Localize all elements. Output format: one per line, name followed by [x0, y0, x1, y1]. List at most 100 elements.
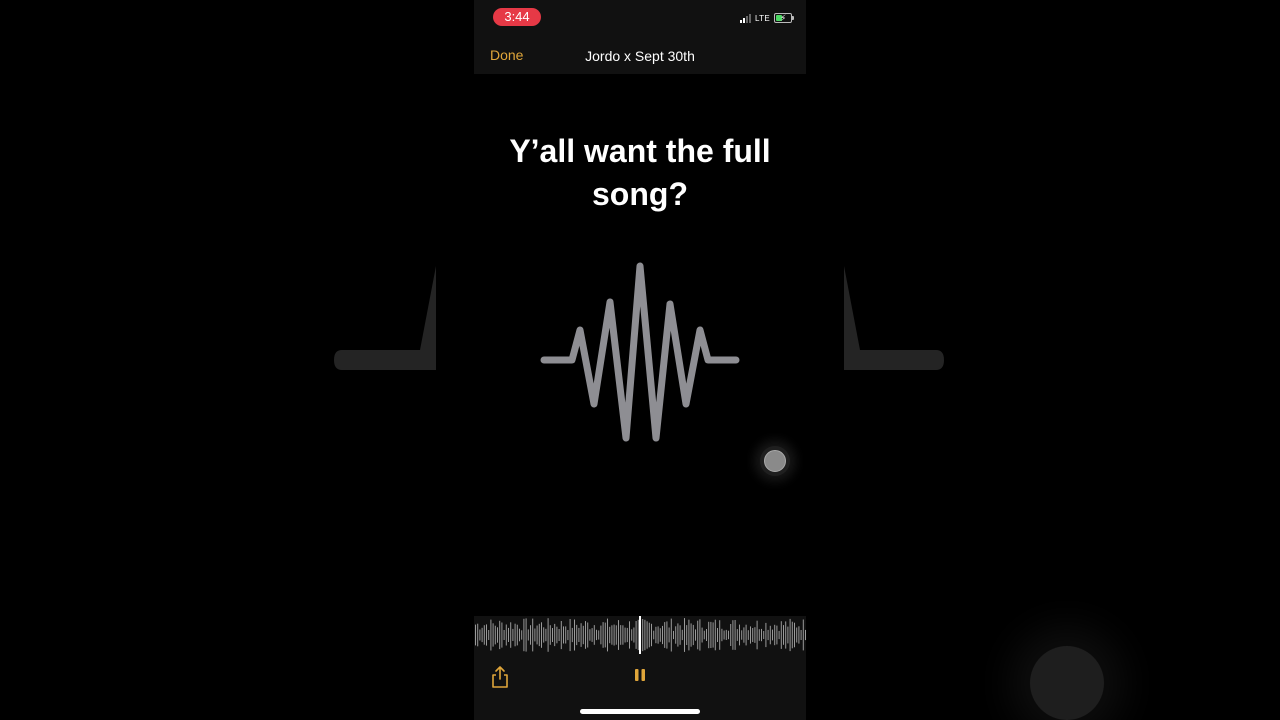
- waveform-bar: [490, 619, 492, 651]
- share-icon: [492, 666, 508, 688]
- waveform-bar: [516, 624, 518, 646]
- waveform-bar: [481, 627, 483, 643]
- waveform-bar: [574, 619, 575, 651]
- waveform-bar: [723, 630, 725, 640]
- waveform-bar: [739, 624, 740, 646]
- waveform-bar: [646, 621, 648, 649]
- waveform-bar: [668, 627, 670, 643]
- waveform-bar: [798, 626, 800, 644]
- waveform-bar: [644, 619, 646, 651]
- share-button[interactable]: [490, 665, 510, 689]
- waveform-bar: [525, 618, 527, 652]
- waveform-bar: [778, 630, 780, 640]
- waveform-bar: [642, 619, 644, 652]
- waveform-bar: [796, 627, 798, 643]
- waveform-bar: [558, 629, 560, 641]
- waveform-bar: [690, 623, 692, 647]
- pause-button[interactable]: [631, 665, 649, 685]
- waveform-bar: [695, 629, 696, 641]
- waveform-bar: [708, 621, 710, 649]
- blurred-background-button: [1030, 646, 1104, 720]
- waveform-bar: [486, 624, 487, 646]
- waveform-bar: [747, 630, 749, 640]
- waveform-bar: [675, 626, 677, 644]
- playback-waveform-scrubber[interactable]: [474, 616, 806, 654]
- waveform-bar: [611, 625, 613, 645]
- waveform-bar: [532, 618, 534, 652]
- waveform-bar: [488, 630, 490, 640]
- home-indicator[interactable]: [580, 709, 700, 714]
- waveform-bar: [791, 621, 793, 649]
- waveform-bar: [714, 619, 716, 651]
- waveform-bar: [609, 626, 611, 644]
- waveform-bar: [578, 627, 580, 642]
- waveform-bar: [596, 629, 597, 641]
- waveform-bar: [789, 618, 791, 652]
- waveform-bar: [576, 624, 578, 646]
- waveform-bar: [523, 618, 525, 652]
- waveform-bar: [679, 625, 681, 645]
- battery-charging-icon: ⚡: [774, 13, 794, 23]
- waveform-bar: [734, 620, 736, 650]
- waveform-bar: [505, 624, 507, 646]
- waveform-bar: [745, 624, 747, 646]
- waveform-bar: [569, 619, 571, 652]
- waveform-bar: [508, 627, 509, 642]
- waveform-bar: [800, 630, 802, 640]
- network-type: LTE: [755, 13, 770, 23]
- waveform-bar: [772, 629, 773, 641]
- waveform-bar: [475, 624, 476, 646]
- waveform-bar: [752, 628, 754, 642]
- waveform-bar: [565, 626, 567, 644]
- waveform-bar: [591, 628, 593, 642]
- waveform-bar: [697, 620, 699, 650]
- waveform-bar: [483, 625, 485, 645]
- waveform-bar: [600, 625, 602, 645]
- waveform-bar: [541, 622, 542, 648]
- waveform-bar: [580, 623, 582, 647]
- waveform-bar: [534, 628, 536, 642]
- waveform-bar: [653, 630, 655, 640]
- waveform-bar: [615, 625, 617, 645]
- waveform-bar: [756, 620, 758, 650]
- waveform-bar: [618, 620, 619, 650]
- waveform-bar: [648, 622, 650, 648]
- waveform-bar: [710, 621, 712, 648]
- waveform-bar: [582, 625, 584, 645]
- waveform-bar: [497, 627, 498, 643]
- waveform-bar: [765, 622, 767, 648]
- waveform-bar: [703, 630, 705, 640]
- waveform-bar: [501, 622, 503, 648]
- waveform-bar: [514, 623, 516, 647]
- waveform-bar: [655, 626, 657, 644]
- waveform-bar: [686, 625, 688, 645]
- waveform-bar: [794, 622, 795, 648]
- navigation-bar: Done Jordo x Sept 30th: [474, 36, 806, 74]
- playhead[interactable]: [639, 616, 641, 654]
- phone-screen: 3:44 LTE ⚡ Done Jordo x Sept 30th Y’all …: [474, 0, 806, 720]
- waveform-bar: [624, 627, 626, 643]
- waveform-bar: [626, 627, 628, 643]
- waveform-bar: [767, 629, 769, 641]
- waveform-bar: [805, 629, 806, 641]
- waveform-bar: [719, 620, 721, 650]
- audio-waveform-icon: [540, 262, 740, 442]
- video-caption: Y’all want the full song?: [509, 133, 771, 212]
- waveform-bar: [725, 629, 727, 640]
- waveform-bar: [602, 622, 604, 648]
- waveform-bar: [543, 627, 545, 643]
- waveform-bar: [761, 628, 762, 642]
- waveform-bar: [664, 622, 666, 648]
- waveform-bar: [613, 624, 615, 646]
- waveform-bar: [736, 629, 738, 641]
- waveform-bar: [741, 630, 743, 640]
- waveform-bar: [512, 628, 514, 641]
- waveform-bar: [706, 629, 707, 641]
- waveform-bar: [699, 619, 701, 651]
- waveform-bar: [684, 618, 685, 652]
- waveform-bar: [549, 625, 551, 645]
- waveform-bar: [802, 619, 804, 651]
- waveform-bar: [633, 627, 635, 643]
- waveform-bar: [629, 621, 630, 649]
- waveform-bar: [571, 627, 573, 643]
